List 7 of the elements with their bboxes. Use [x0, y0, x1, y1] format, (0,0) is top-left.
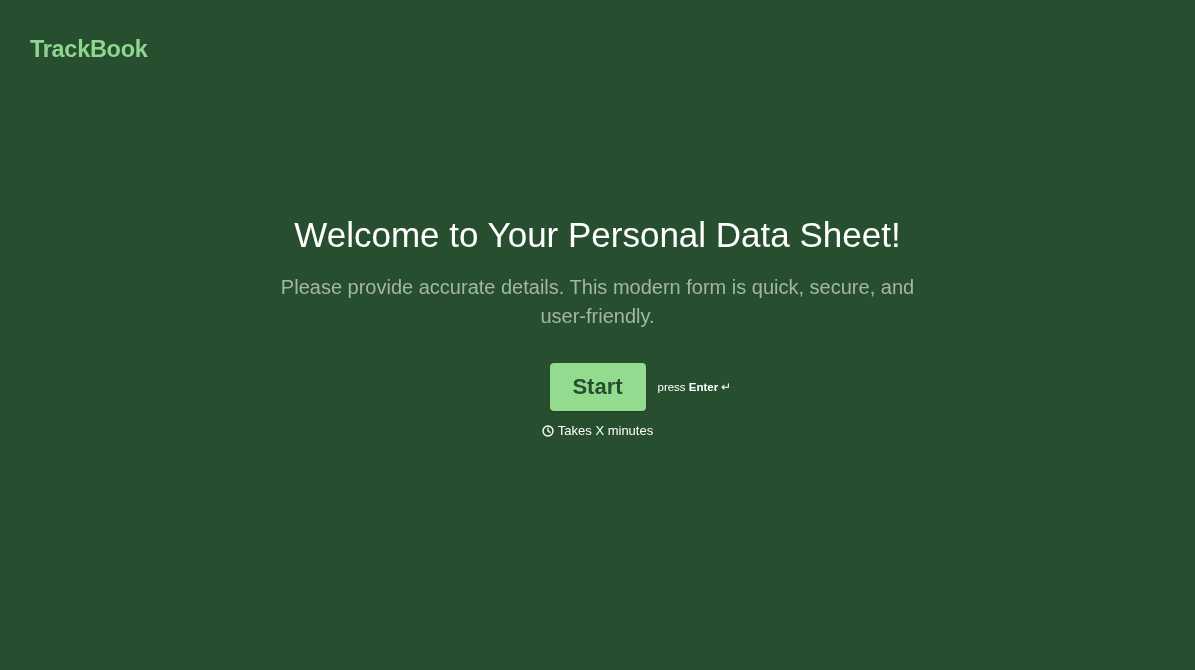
welcome-heading: Welcome to Your Personal Data Sheet! [294, 214, 901, 256]
duration-text: Takes X minutes [557, 423, 654, 438]
intro-description: Please provide accurate details. This modern form is quick, secure, and user-friendly. [279, 275, 916, 329]
logo: TrackBook [30, 36, 148, 63]
start-button[interactable]: Start [549, 363, 646, 411]
keyboard-hint: press Enter ↵ [657, 380, 732, 394]
clock-icon [541, 424, 554, 437]
